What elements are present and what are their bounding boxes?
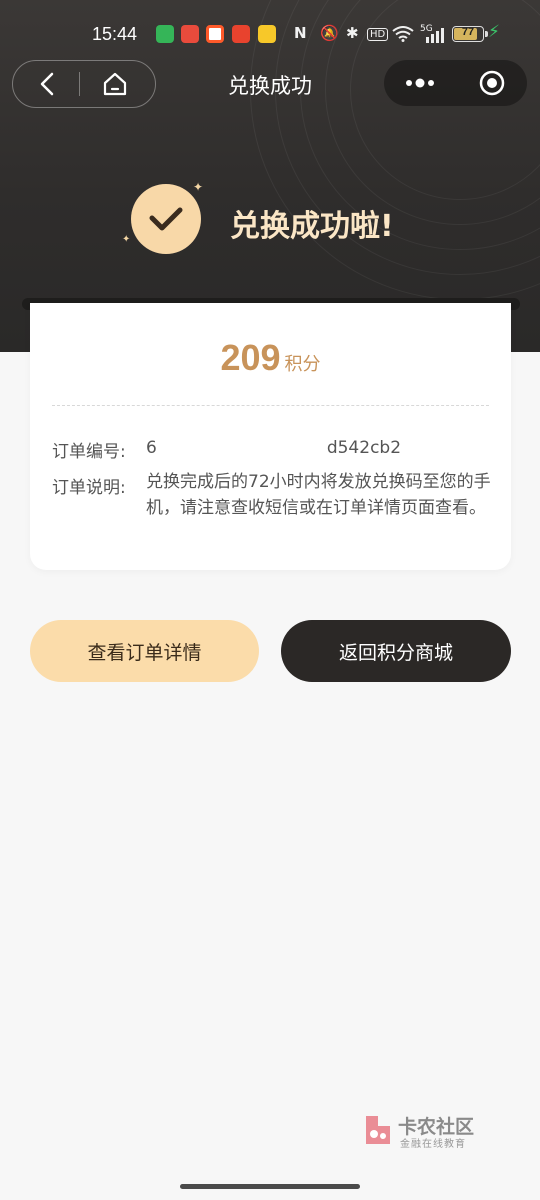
more-button[interactable]	[390, 60, 450, 105]
watermark-subtitle: 金融在线教育	[400, 1139, 466, 1150]
kanong-logo-icon	[366, 1116, 390, 1144]
points-unit: 积分	[284, 354, 321, 375]
order-desc-value: 兑换完成后的72小时内将发放兑换码至您的手机，请注意查收短信或在订单详情页面查看…	[146, 472, 491, 518]
message-app-icon	[156, 25, 174, 43]
order-number-value: 6 d542cb2	[146, 435, 492, 461]
wifi-icon	[392, 26, 414, 42]
order-number-label: 订单编号:	[52, 442, 126, 462]
charging-icon: ⚡	[488, 22, 500, 42]
dashed-divider	[52, 405, 489, 406]
watermark: 卡农社区 金融在线教育	[360, 1110, 490, 1150]
success-message: 兑换成功啦!	[230, 209, 394, 244]
taobao-app-icon	[206, 25, 224, 43]
battery-level: 77	[461, 26, 475, 38]
close-miniprogram-button[interactable]	[462, 60, 522, 105]
shopping-app-icon	[181, 25, 199, 43]
more-icon	[406, 78, 434, 87]
order-number-end: d542cb2	[326, 438, 402, 458]
success-badge	[131, 184, 201, 254]
points-value: 209	[220, 337, 281, 378]
redacted-area	[157, 437, 327, 453]
check-icon	[149, 207, 183, 231]
pinduoduo-app-icon	[232, 25, 250, 43]
home-indicator[interactable]	[180, 1184, 360, 1189]
nfc-icon: N	[294, 24, 307, 42]
bluetooth-icon: ✱	[346, 24, 359, 42]
signal-icon	[426, 28, 444, 43]
order-card: 209 积分 订单编号: 6 d542cb2 订单说明: 兑换完成后的72小时内将发…	[30, 303, 511, 570]
status-bar: 15:44 N 🔕 ✱ HD 5G 77 ⚡	[0, 0, 540, 66]
target-icon	[479, 70, 505, 95]
points-row: 209 积分	[30, 337, 511, 379]
sparkle-icon: ✦	[193, 180, 204, 194]
back-to-mall-button[interactable]: 返回积分商城	[281, 620, 511, 682]
view-order-button[interactable]: 查看订单详情	[30, 620, 259, 682]
status-time: 15:44	[92, 24, 138, 44]
nav-capsule-right	[384, 60, 527, 106]
mute-icon: 🔕	[320, 24, 339, 42]
battery-icon: 77	[452, 26, 484, 42]
meituan-app-icon	[258, 25, 276, 43]
order-desc-label: 订单说明:	[52, 478, 126, 498]
sparkle-icon: ✦	[122, 234, 131, 245]
hd-icon: HD	[367, 28, 389, 41]
order-number-start: 6	[146, 438, 157, 458]
